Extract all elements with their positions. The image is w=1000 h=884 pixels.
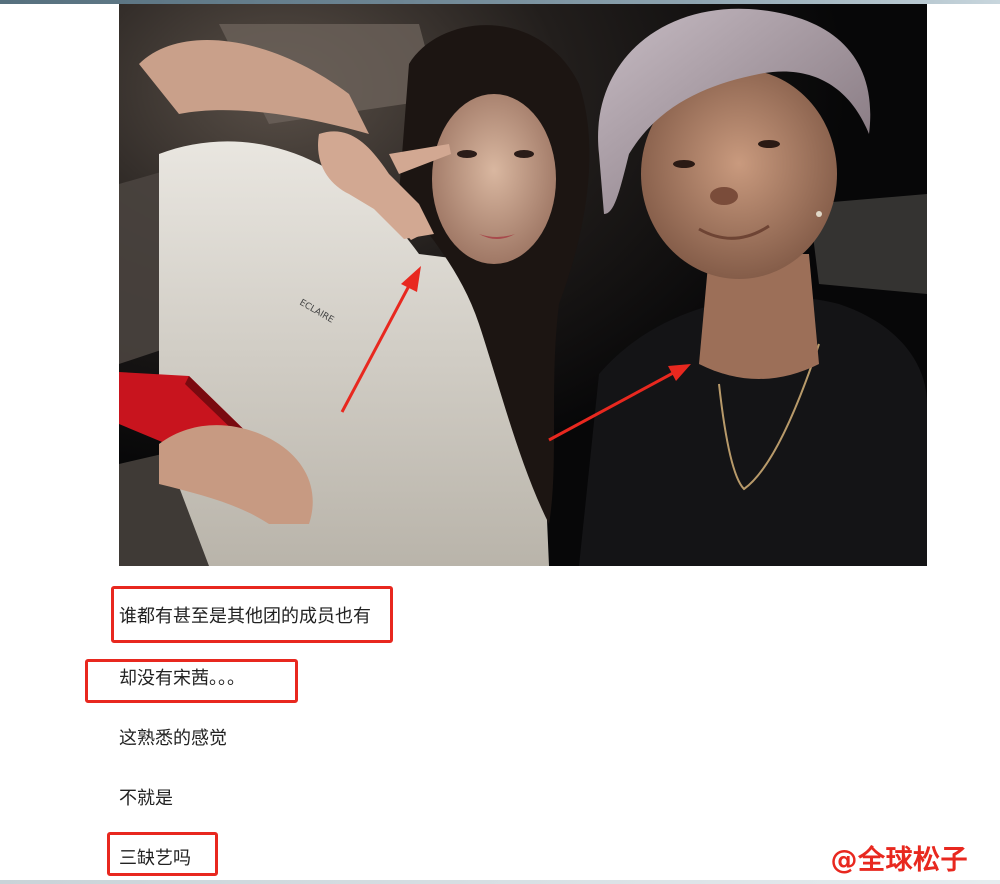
article-photo: ECLAIRE	[119, 4, 927, 566]
paragraph-3: 这熟悉的感觉	[119, 728, 227, 749]
watermark: @全球松子	[830, 845, 968, 876]
bottom-border-strip	[0, 880, 1000, 884]
highlight-box-3	[107, 832, 218, 876]
paragraph-4: 不就是	[119, 788, 173, 809]
highlight-box-2	[85, 659, 298, 703]
highlight-box-1	[111, 586, 393, 643]
